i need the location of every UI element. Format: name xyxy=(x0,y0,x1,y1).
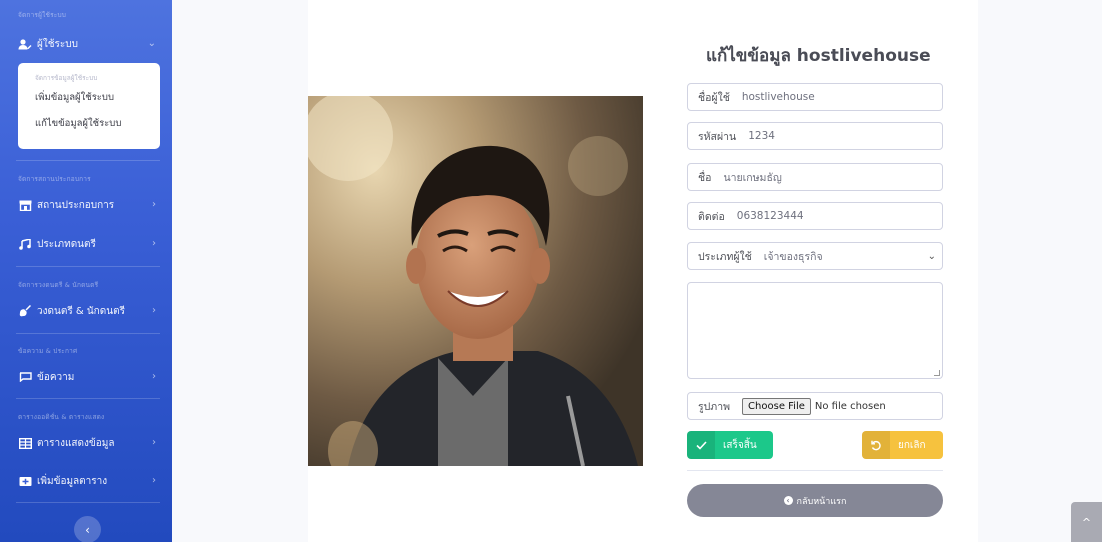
username-value: hostlivehouse xyxy=(741,91,815,103)
contact-value: 0638123444 xyxy=(736,210,804,222)
chevron-left-icon: ‹ xyxy=(85,522,90,537)
password-label: รหัสผ่าน xyxy=(698,130,737,143)
edit-user-card: แก้ไขข้อมูล hostlivehouse ชื่อผู้ใช้ hos… xyxy=(308,0,978,542)
sidebar-item-label: ประเภทดนตรี xyxy=(37,238,96,250)
chevron-right-icon: › xyxy=(152,238,156,249)
contact-field[interactable]: ติดต่อ 0638123444 xyxy=(687,202,943,230)
choose-file-button[interactable]: Choose File xyxy=(742,397,811,415)
submenu-heading: จัดการข้อมูลผู้ใช้ระบบ xyxy=(35,74,98,82)
image-label: รูปภาพ xyxy=(698,400,731,413)
sidebar-item-venue[interactable]: สถานประกอบการ › xyxy=(18,194,163,216)
chevron-right-icon: › xyxy=(152,475,156,486)
users-submenu: จัดการข้อมูลผู้ใช้ระบบ เพิ่มข้อมูลผู้ใช้… xyxy=(18,63,160,149)
users-icon xyxy=(18,38,32,50)
submit-button[interactable]: เสร็จสิ้น xyxy=(687,431,773,459)
sidebar-item-music-type[interactable]: ประเภทดนตรี › xyxy=(18,233,163,255)
submenu-item-add-user[interactable]: เพิ่มข้อมูลผู้ใช้ระบบ xyxy=(35,85,160,111)
username-label: ชื่อผู้ใช้ xyxy=(698,91,730,104)
chevron-right-icon: › xyxy=(152,305,156,316)
sidebar-heading-bands: จัดการวงดนตรี & นักดนตรี xyxy=(18,281,99,289)
store-icon xyxy=(18,199,32,211)
back-label: กลับหน้าแรก xyxy=(796,496,847,507)
chat-icon xyxy=(18,371,32,383)
sidebar-divider xyxy=(16,398,160,399)
sidebar-item-tables[interactable]: ตารางแสดงข้อมูล › xyxy=(18,432,163,454)
sidebar-item-bands[interactable]: วงดนตรี & นักดนตรี › xyxy=(18,300,163,322)
arrow-left-circle-icon: ‹ xyxy=(783,496,793,505)
chevron-down-icon: ⌄ xyxy=(927,251,936,262)
sidebar-heading-tables: ตารางออดิชั่น & ตารางแสดง xyxy=(18,413,105,421)
user-type-label: ประเภทผู้ใช้ xyxy=(698,250,752,263)
cancel-label: ยกเลิก xyxy=(898,439,926,451)
chevron-up-icon: ^ xyxy=(1081,515,1092,529)
sidebar-item-add-table[interactable]: เพิ่มข้อมูลตาราง › xyxy=(18,470,163,492)
submenu-item-edit-user[interactable]: แก้ไขข้อมูลผู้ใช้ระบบ xyxy=(35,111,160,137)
music-icon xyxy=(18,238,32,250)
sidebar-item-label: ผู้ใช้ระบบ xyxy=(37,38,78,50)
sidebar-item-label: วงดนตรี & นักดนตรี xyxy=(37,305,125,317)
resize-handle-icon[interactable] xyxy=(934,370,940,376)
sidebar-item-label: เพิ่มข้อมูลตาราง xyxy=(37,475,108,487)
password-value: 1234 xyxy=(748,130,775,142)
username-field[interactable]: ชื่อผู้ใช้ hostlivehouse xyxy=(687,83,943,111)
sidebar-divider xyxy=(16,333,160,334)
chevron-right-icon: › xyxy=(152,371,156,382)
sidebar-heading-venue: จัดการสถานประกอบการ xyxy=(18,175,91,183)
sidebar-item-users[interactable]: ผู้ใช้ระบบ ⌄ xyxy=(18,33,163,55)
back-home-button[interactable]: ‹ กลับหน้าแรก xyxy=(687,484,943,517)
sidebar-divider xyxy=(16,160,160,161)
user-type-value: เจ้าของธุรกิจ xyxy=(763,250,823,263)
sidebar-divider xyxy=(16,502,160,503)
name-field[interactable]: ชื่อ นายเกษมธัญ xyxy=(687,163,943,191)
check-icon xyxy=(687,431,715,459)
sidebar-item-messages[interactable]: ข้อความ › xyxy=(18,366,163,388)
cancel-button[interactable]: ยกเลิก xyxy=(862,431,943,459)
scroll-to-top-button[interactable]: ^ xyxy=(1071,502,1102,542)
contact-label: ติดต่อ xyxy=(698,210,725,223)
user-photo xyxy=(308,96,643,466)
file-status: No file chosen xyxy=(814,400,886,412)
sidebar-toggle-button[interactable]: ‹ xyxy=(74,516,101,542)
sidebar-item-label: ข้อความ xyxy=(37,371,75,383)
divider xyxy=(687,470,943,471)
sidebar-heading-messages: ข้อความ & ประกาศ xyxy=(18,347,78,355)
page-title: แก้ไขข้อมูล hostlivehouse xyxy=(706,46,931,66)
chevron-right-icon: › xyxy=(152,199,156,210)
table-icon xyxy=(18,437,32,449)
user-type-select[interactable]: ประเภทผู้ใช้ เจ้าของธุรกิจ ⌄ xyxy=(687,242,943,270)
sidebar-divider xyxy=(16,266,160,267)
sidebar: จัดการผู้ใช้ระบบ ผู้ใช้ระบบ ⌄ จัดการข้อม… xyxy=(0,0,172,542)
sidebar-item-label: ตารางแสดงข้อมูล xyxy=(37,437,115,449)
undo-icon xyxy=(862,431,890,459)
sidebar-item-label: สถานประกอบการ xyxy=(37,199,115,211)
add-table-icon xyxy=(18,475,32,487)
chevron-right-icon: › xyxy=(152,437,156,448)
details-textarea[interactable] xyxy=(687,282,943,379)
submit-label: เสร็จสิ้น xyxy=(723,439,757,451)
name-label: ชื่อ xyxy=(698,171,712,184)
image-upload-field: รูปภาพ Choose File No file chosen xyxy=(687,392,943,420)
name-value: นายเกษมธัญ xyxy=(723,171,782,184)
guitar-icon xyxy=(18,305,32,317)
chevron-down-icon: ⌄ xyxy=(147,38,156,49)
sidebar-heading-users: จัดการผู้ใช้ระบบ xyxy=(18,11,67,19)
password-field[interactable]: รหัสผ่าน 1234 xyxy=(687,122,943,150)
